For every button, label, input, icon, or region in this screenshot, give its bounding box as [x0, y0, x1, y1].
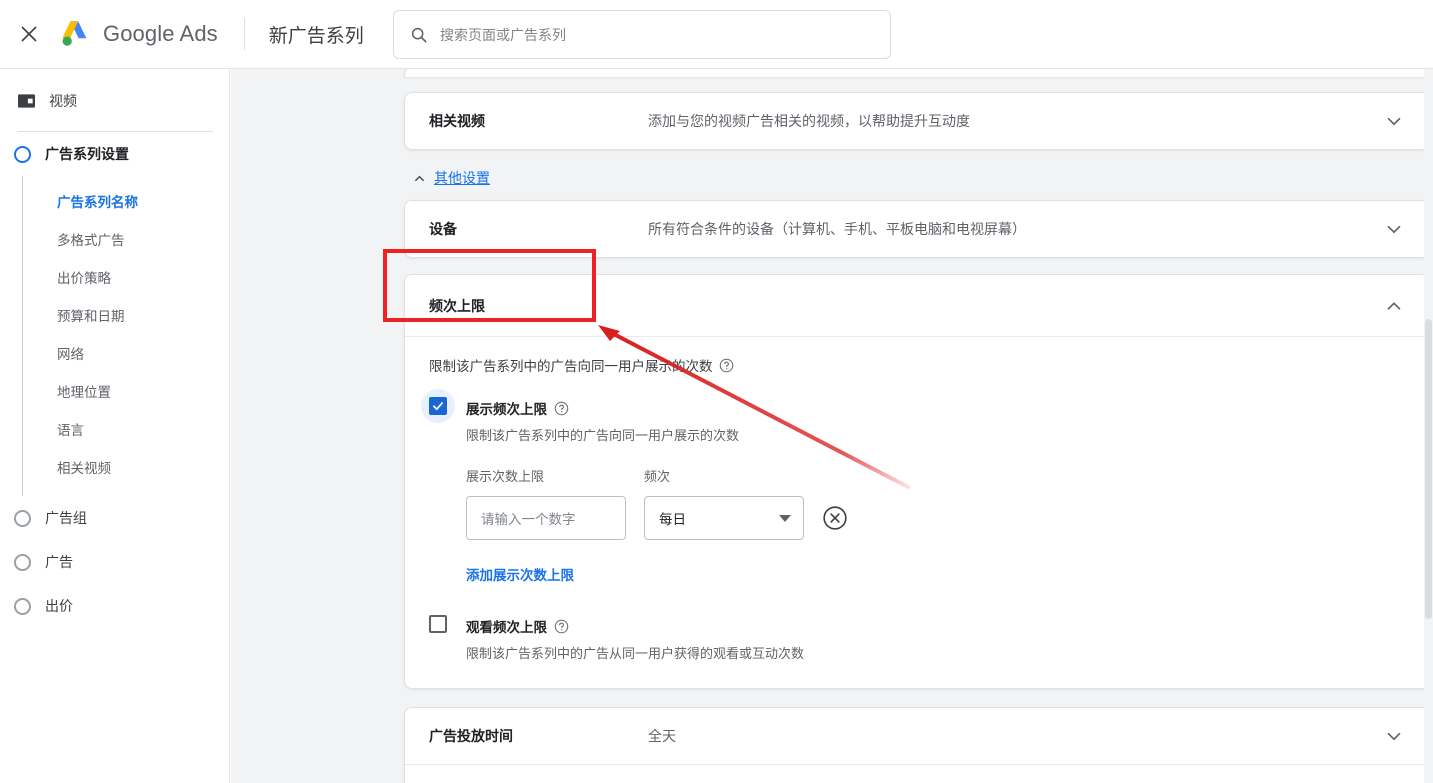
impression-cap-subtitle: 限制该广告系列中的广告向同一用户展示的次数 — [466, 428, 740, 443]
add-impression-cap-link[interactable]: 添加展示次数上限 — [466, 564, 574, 584]
sidebar-step-ads[interactable]: 广告 — [0, 540, 229, 584]
frequency-cap-card: 频次上限 限制该广告系列中的广告向同一用户展示的次数 展示频次上限 限制该广告系… — [404, 274, 1430, 689]
impression-cap-checkbox-wrap[interactable] — [421, 389, 455, 423]
sidebar-item-bidding-strategy[interactable]: 出价策略 — [23, 258, 229, 296]
ad-schedule-card[interactable]: 广告投放时间 全天 第三方衡量 无 — [404, 707, 1430, 783]
sidebar-step-ad-group[interactable]: 广告组 — [0, 496, 229, 540]
chevron-down-icon[interactable] — [1383, 110, 1405, 132]
close-icon — [21, 26, 37, 42]
related-videos-row[interactable]: 相关视频 添加与您的视频广告相关的视频，以帮助提升互动度 — [405, 93, 1429, 149]
sidebar-item-video[interactable]: 视频 — [0, 85, 229, 117]
sidebar-item-multiformat-ads[interactable]: 多格式广告 — [23, 220, 229, 258]
video-icon — [18, 94, 35, 108]
chevron-down-icon — [779, 514, 791, 522]
row-value: 全天 — [648, 728, 676, 744]
ad-schedule-row[interactable]: 广告投放时间 全天 — [405, 708, 1429, 764]
sidebar-step-label: 出价 — [45, 598, 73, 614]
third-party-measurement-row[interactable]: 第三方衡量 无 — [405, 765, 1429, 783]
top-app-bar: Google Ads 新广告系列 搜索页面或广告系列 — [0, 0, 1433, 69]
impression-count-input[interactable]: 请输入一个数字 — [466, 496, 626, 540]
sidebar-item-networks[interactable]: 网络 — [23, 334, 229, 372]
frequency-cap-description-line: 限制该广告系列中的广告向同一用户展示的次数 — [429, 355, 1405, 375]
impression-cap-texts: 展示频次上限 限制该广告系列中的广告向同一用户展示的次数 — [466, 397, 739, 444]
view-cap-title-line: 观看频次上限 — [466, 616, 804, 636]
help-circle-icon[interactable] — [554, 619, 569, 634]
sidebar-item-campaign-name[interactable]: 广告系列名称 — [23, 182, 229, 220]
search-input[interactable]: 搜索页面或广告系列 — [393, 10, 891, 59]
impression-frequency-group: 频次 每日 — [644, 466, 804, 540]
chevron-down-icon[interactable] — [1383, 218, 1405, 240]
row-value: 添加与您的视频广告相关的视频，以帮助提升互动度 — [648, 113, 970, 129]
devices-card[interactable]: 设备 所有符合条件的设备（计算机、手机、平板电脑和电视屏幕） — [404, 200, 1430, 258]
scrollbar-track[interactable] — [1424, 69, 1433, 783]
view-cap-checkbox-wrap[interactable] — [421, 607, 455, 641]
sidebar-item-related-videos[interactable]: 相关视频 — [23, 448, 229, 486]
settings-card-list: 相关视频 添加与您的视频广告相关的视频，以帮助提升互动度 其他设置 设备 所有符… — [404, 69, 1430, 783]
scrollbar-thumb[interactable] — [1425, 319, 1432, 619]
view-cap-block: 观看频次上限 限制该广告系列中的广告从同一用户获得的观看或互动次数 — [429, 615, 1405, 662]
sidebar-step-label: 广告组 — [45, 510, 87, 526]
view-cap-subtitle: 限制该广告系列中的广告从同一用户获得的观看或互动次数 — [466, 646, 805, 661]
impression-frequency-label: 频次 — [644, 469, 671, 484]
related-videos-card[interactable]: 相关视频 添加与您的视频广告相关的视频，以帮助提升互动度 — [404, 92, 1430, 150]
sidebar-step-label: 广告系列设置 — [45, 146, 129, 162]
row-value: 所有符合条件的设备（计算机、手机、平板电脑和电视屏幕） — [648, 221, 1026, 237]
row-label: 设备 — [429, 221, 457, 237]
impression-cap-title: 展示频次上限 — [466, 402, 547, 417]
page-title: 新广告系列 — [268, 25, 364, 47]
sidebar-item-budget-and-dates[interactable]: 预算和日期 — [23, 296, 229, 334]
impression-cap-fields: 展示次数上限 请输入一个数字 频次 每日 — [466, 466, 1405, 540]
search-placeholder: 搜索页面或广告系列 — [440, 26, 566, 43]
view-cap-texts: 观看频次上限 限制该广告系列中的广告从同一用户获得的观看或互动次数 — [466, 615, 804, 662]
help-circle-icon[interactable] — [554, 401, 569, 416]
step-ring-icon — [14, 509, 31, 527]
check-icon — [433, 402, 443, 411]
google-ads-brand[interactable]: Google Ads — [58, 17, 218, 51]
frequency-cap-title: 频次上限 — [429, 297, 485, 314]
impression-cap-block: 展示频次上限 限制该广告系列中的广告向同一用户展示的次数 — [421, 389, 1405, 444]
sidebar-step-label: 广告 — [45, 554, 73, 570]
frequency-cap-header[interactable]: 频次上限 — [405, 275, 1429, 337]
close-button[interactable] — [6, 11, 52, 57]
header-divider — [243, 18, 245, 50]
chevron-up-icon[interactable] — [1383, 295, 1405, 317]
chevron-down-icon[interactable] — [1383, 725, 1405, 747]
impression-cap-checkbox[interactable] — [429, 397, 447, 415]
step-ring-icon — [14, 553, 31, 571]
sidebar-step-bidding[interactable]: 出价 — [0, 584, 229, 628]
step-ring-icon — [14, 145, 31, 163]
row-label: 广告投放时间 — [429, 728, 513, 744]
sidebar-substep-list: 广告系列名称 多格式广告 出价策略 预算和日期 网络 地理位置 语言 相关视频 — [22, 176, 229, 496]
devices-row[interactable]: 设备 所有符合条件的设备（计算机、手机、平板电脑和电视屏幕） — [405, 201, 1429, 257]
step-ring-icon — [14, 597, 31, 615]
search-icon — [411, 27, 427, 43]
impression-count-label: 展示次数上限 — [466, 469, 545, 484]
impression-count-placeholder: 请输入一个数字 — [481, 512, 576, 527]
google-ads-logo-icon — [62, 21, 87, 46]
main-content: 相关视频 添加与您的视频广告相关的视频，以帮助提升互动度 其他设置 设备 所有符… — [231, 69, 1433, 783]
help-circle-icon[interactable] — [719, 358, 734, 373]
impression-cap-title-line: 展示频次上限 — [466, 398, 739, 418]
clear-circle-icon[interactable] — [822, 505, 848, 531]
brand-label: Google Ads — [103, 21, 218, 46]
sidebar-step-campaign-settings[interactable]: 广告系列设置 — [0, 132, 229, 176]
impression-frequency-value: 每日 — [659, 512, 686, 527]
impression-count-group: 展示次数上限 请输入一个数字 — [466, 466, 626, 540]
view-cap-title: 观看频次上限 — [466, 620, 547, 635]
sidebar-video-label: 视频 — [49, 93, 77, 109]
previous-card-stub — [404, 69, 1430, 77]
view-cap-checkbox[interactable] — [429, 615, 447, 633]
frequency-cap-body: 限制该广告系列中的广告向同一用户展示的次数 展示频次上限 限制该广告系列中的广告… — [405, 337, 1429, 688]
other-settings-label: 其他设置 — [434, 170, 490, 186]
sidebar: 视频 广告系列设置 广告系列名称 多格式广告 出价策略 预算和日期 网络 地理位… — [0, 69, 230, 783]
sidebar-item-locations[interactable]: 地理位置 — [23, 372, 229, 410]
sidebar-item-languages[interactable]: 语言 — [23, 410, 229, 448]
row-label: 相关视频 — [429, 113, 485, 129]
other-settings-toggle[interactable]: 其他设置 — [412, 168, 1430, 188]
impression-frequency-select[interactable]: 每日 — [644, 496, 804, 540]
frequency-cap-description: 限制该广告系列中的广告向同一用户展示的次数 — [429, 359, 713, 374]
chevron-up-icon — [415, 175, 424, 181]
